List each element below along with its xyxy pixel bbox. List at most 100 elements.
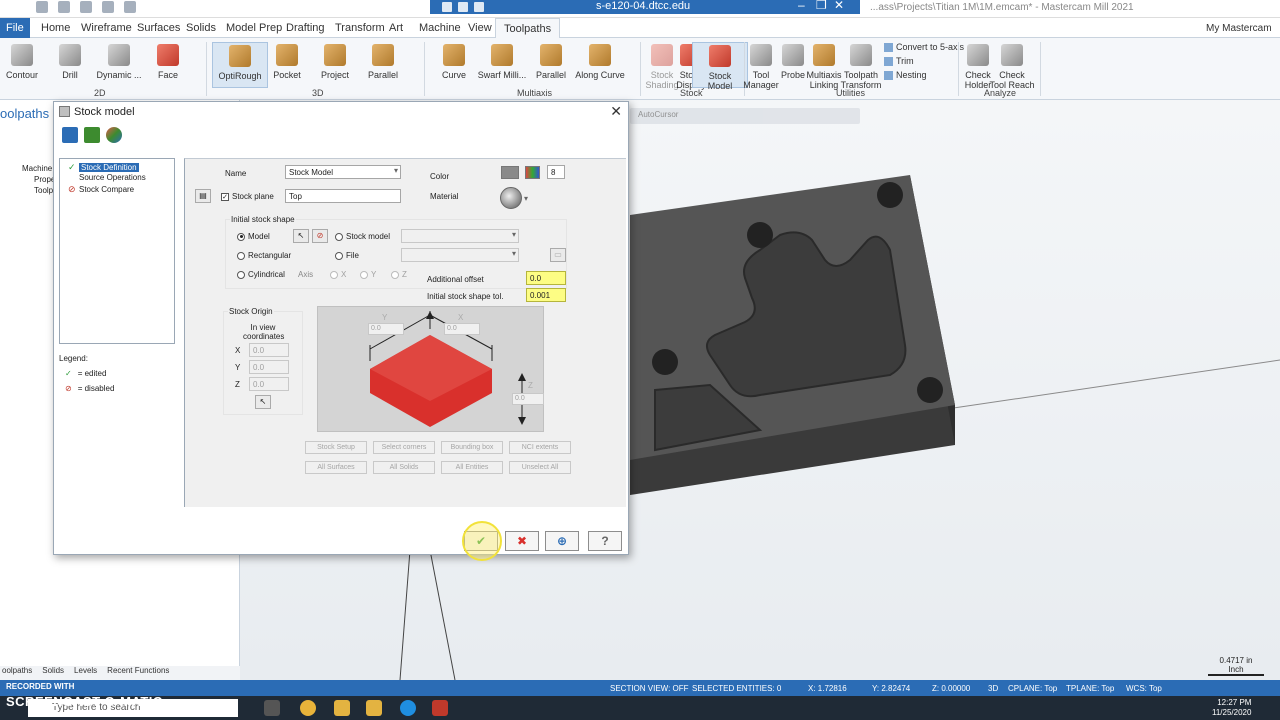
shape-cylindrical-radio[interactable]: Cylindrical — [237, 270, 285, 279]
along-curve-icon — [589, 44, 611, 66]
face-icon — [157, 44, 179, 66]
stock-model-dialog: Stock model ✕ ✓ Stock Definition Source O… — [53, 101, 629, 555]
parallel-multiaxis-button[interactable]: Parallel — [523, 42, 579, 88]
tab-home[interactable]: Home — [41, 22, 70, 34]
redo-icon[interactable] — [124, 1, 136, 13]
shape-rectangular-radio[interactable]: Rectangular — [237, 251, 291, 260]
skype-icon[interactable] — [400, 700, 416, 716]
display-icon[interactable] — [106, 127, 122, 143]
axis-label: Axis — [298, 270, 314, 279]
initial-tol-field[interactable]: 0.001 — [526, 288, 566, 302]
tree-source-operations[interactable]: Source Operations — [68, 173, 146, 182]
new-icon[interactable] — [36, 1, 48, 13]
tab-toolpaths[interactable]: Toolpaths — [495, 18, 561, 39]
drill-button[interactable]: Drill — [42, 42, 98, 88]
dialog-close-icon[interactable]: ✕ — [610, 103, 622, 120]
minimize-icon[interactable]: – — [798, 0, 805, 12]
unselect-all-button: Unselect All — [509, 461, 571, 474]
legend: Legend: ✓ = edited ⊘ = disabled — [59, 354, 115, 393]
color-picker-icon[interactable] — [525, 166, 540, 179]
parallel-3d-button[interactable]: Parallel — [355, 42, 411, 88]
stock-plane-field[interactable]: Top — [285, 189, 401, 203]
close-icon[interactable]: ✕ — [834, 0, 844, 12]
edited-check-icon: ✓ — [68, 162, 76, 172]
recorder-label: RECORDED WITH — [6, 682, 75, 691]
shape-stock-model-radio[interactable]: Stock model — [335, 232, 390, 241]
swarf-milling-button[interactable]: Swarf Milli... — [474, 42, 530, 88]
select-origin-cursor-icon[interactable]: ↖ — [255, 395, 271, 409]
tree-toolpath-group[interactable]: Toolp — [34, 186, 53, 195]
color-number-field[interactable]: 8 — [547, 165, 565, 179]
store-icon[interactable] — [366, 700, 382, 716]
apply-plus-icon: ⊕ — [556, 534, 568, 548]
restore-icon[interactable]: ❐ — [816, 0, 827, 12]
all-surfaces-button: All Surfaces — [305, 461, 367, 474]
shape-file-radio[interactable]: File — [335, 251, 359, 260]
browse-folder-icon: ▭ — [550, 248, 566, 262]
select-model-cursor-icon[interactable]: ↖ — [293, 229, 309, 243]
disabled-icon: ⊘ — [65, 384, 72, 393]
undo-icon[interactable] — [102, 1, 114, 13]
color-swatch[interactable] — [501, 166, 519, 179]
my-mastercam-link[interactable]: My Mastercam — [1206, 23, 1272, 34]
tab-art[interactable]: Art — [389, 22, 403, 34]
ribbon: Contour Drill Dynamic ... Face 2D OptiRo… — [0, 38, 1280, 100]
trim-button[interactable]: Trim — [884, 56, 914, 66]
tab-solids[interactable]: Solids — [186, 22, 216, 34]
system-clock[interactable]: 12:27 PM 11/25/2020 — [1212, 698, 1251, 718]
task-view-icon[interactable] — [264, 700, 280, 716]
curve-icon — [443, 44, 465, 66]
tab-drafting[interactable]: Drafting — [286, 22, 325, 34]
name-field[interactable]: Stock Model — [285, 165, 401, 179]
tab-view[interactable]: View — [468, 22, 492, 34]
cplane-status[interactable]: CPLANE: Top — [1008, 684, 1057, 693]
file-explorer-icon[interactable] — [334, 700, 350, 716]
tab-machine[interactable]: Machine — [419, 22, 461, 34]
group-utilities-label: Utilities — [836, 88, 866, 98]
apply-button[interactable]: ⊕ — [545, 531, 579, 551]
tab-wireframe[interactable]: Wireframe — [81, 22, 132, 34]
ok-button[interactable]: ✔ — [464, 531, 498, 551]
toolpath-transform-button[interactable]: Toolpath Transform — [833, 42, 889, 90]
save-icon[interactable] — [80, 1, 92, 13]
nesting-button[interactable]: Nesting — [884, 70, 927, 80]
plane-selector-icon[interactable]: ▤ — [195, 189, 211, 203]
save-icon[interactable] — [62, 127, 78, 143]
stock-plane-checkbox[interactable]: ✓ Stock plane — [221, 192, 274, 201]
section-view-status[interactable]: SECTION VIEW: OFF — [610, 684, 689, 693]
along-curve-button[interactable]: Along Curve — [572, 42, 628, 88]
pin-icon[interactable] — [442, 2, 452, 12]
drill-icon — [59, 44, 81, 66]
check-tool-reach-button[interactable]: Check Tool Reach — [984, 42, 1040, 90]
tab-levels-manager[interactable]: Levels — [74, 666, 97, 680]
material-dropdown-icon[interactable]: ▾ — [524, 194, 528, 203]
tplane-status[interactable]: TPLANE: Top — [1066, 684, 1114, 693]
shape-model-radio[interactable]: Model — [237, 232, 270, 241]
tab-model-prep[interactable]: Model Prep — [226, 22, 282, 34]
load-icon[interactable] — [84, 127, 100, 143]
clear-model-icon[interactable]: ⊘ — [312, 229, 328, 243]
tree-stock-compare[interactable]: ⊘ Stock Compare — [68, 184, 134, 195]
tree-stock-definition[interactable]: ✓ Stock Definition — [68, 162, 139, 173]
mode-3d[interactable]: 3D — [988, 684, 998, 693]
additional-offset-field[interactable]: 0.0 — [526, 271, 566, 285]
disabled-icon: ⊘ — [68, 184, 76, 194]
tab-solids-manager[interactable]: Solids — [42, 666, 64, 680]
tab-transform[interactable]: Transform — [335, 22, 385, 34]
chrome-icon[interactable] — [300, 700, 316, 716]
wcs-status[interactable]: WCS: Top — [1126, 684, 1162, 693]
tab-file[interactable]: File — [0, 18, 30, 38]
material-sphere-icon[interactable] — [500, 187, 522, 209]
mastercam-taskbar-icon[interactable] — [432, 700, 448, 716]
tab-surfaces[interactable]: Surfaces — [137, 22, 180, 34]
file-select — [401, 248, 519, 262]
open-icon[interactable] — [58, 1, 70, 13]
ribbon-tabs: File Home Wireframe Surfaces Solids Mode… — [0, 18, 1280, 39]
dynamic-button[interactable]: Dynamic ... — [91, 42, 147, 88]
tab-recent-functions[interactable]: Recent Functions — [107, 666, 169, 680]
help-button[interactable]: ? — [588, 531, 622, 551]
cancel-button[interactable]: ✖ — [505, 531, 539, 551]
remote-session-bar: s-e120-04.dtcc.edu – ❐ ✕ — [430, 0, 860, 14]
tab-toolpaths-manager[interactable]: oolpaths — [2, 666, 32, 680]
face-button[interactable]: Face — [140, 42, 196, 88]
